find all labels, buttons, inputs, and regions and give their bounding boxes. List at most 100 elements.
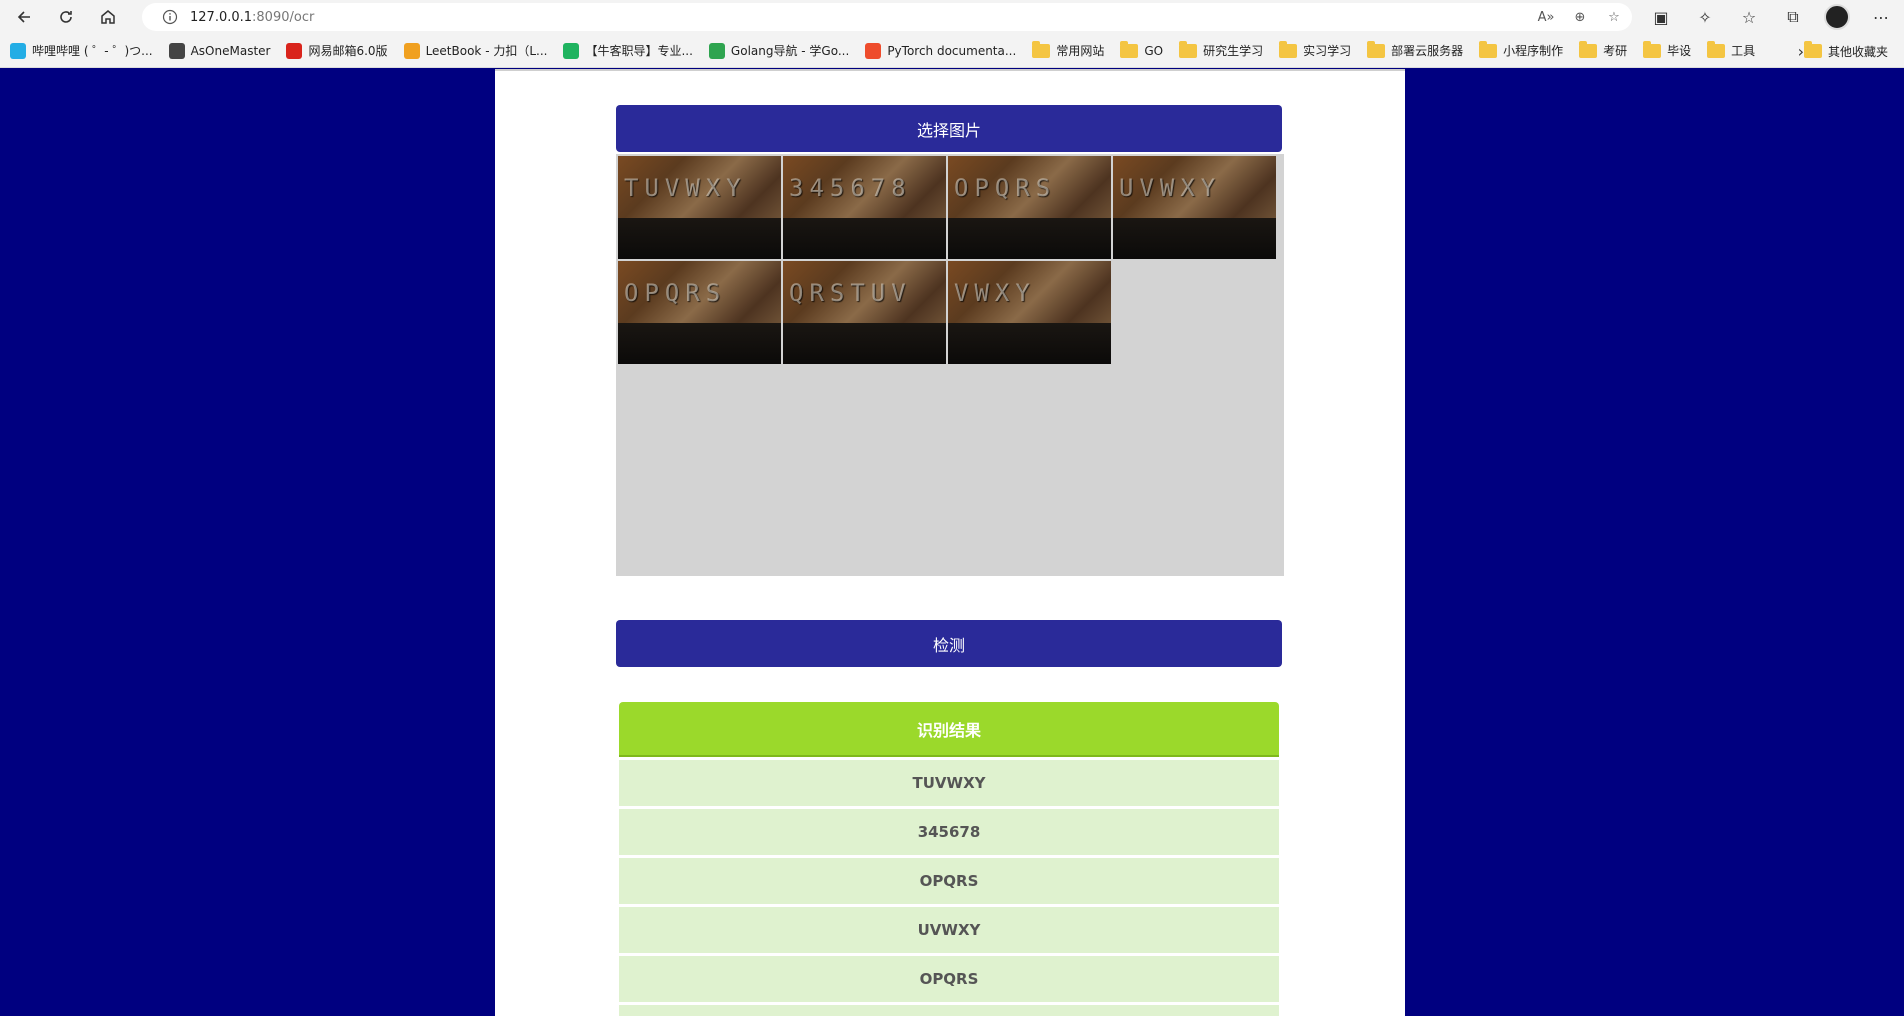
- engraved-characters: TUVWXY: [624, 174, 747, 202]
- url-host: 127.0.0.1: [190, 9, 253, 25]
- folder-icon: [1279, 40, 1298, 58]
- shadow-band: [948, 322, 1111, 364]
- profile-avatar[interactable]: [1824, 4, 1850, 30]
- thumbnail-image[interactable]: 345678: [783, 156, 946, 259]
- shadow-band: [618, 217, 781, 259]
- shadow-band: [783, 217, 946, 259]
- back-button[interactable]: [8, 1, 40, 33]
- browser-toolbar: 127.0.0.1:8090/ocr A» ⊕ ☆ ▣ ✧ ☆ ⧉ ⋯: [0, 0, 1904, 34]
- bookmark-item[interactable]: LeetBook - 力扣（L...: [403, 42, 548, 59]
- engraved-characters: OPQRS: [954, 174, 1057, 202]
- bookmark-label: 毕设: [1667, 44, 1692, 58]
- bookmark-label: 其他收藏夹: [1827, 44, 1888, 59]
- thumbnail-image[interactable]: TUVWXY: [618, 156, 781, 259]
- result-row: OPQRS: [619, 858, 1279, 904]
- other-favorites[interactable]: 其他收藏夹: [1803, 34, 1888, 68]
- folder-icon: [1479, 40, 1498, 58]
- bookmark-item[interactable]: 毕设: [1643, 40, 1692, 59]
- shadow-band: [948, 217, 1111, 259]
- thumbnail-image[interactable]: VWXY: [948, 261, 1111, 364]
- bookmark-item[interactable]: 哔哩哔哩 ( ゜- ゜)つ...: [10, 42, 153, 59]
- bookmark-item[interactable]: 工具: [1707, 40, 1756, 59]
- result-row: OPQRS: [619, 956, 1279, 1002]
- bookmark-label: 小程序制作: [1503, 44, 1564, 58]
- favorite-star-icon[interactable]: ☆: [1604, 7, 1624, 27]
- select-image-button[interactable]: 选择图片: [616, 105, 1282, 152]
- folder-icon: [1707, 40, 1726, 58]
- site-favicon-icon: [708, 42, 725, 59]
- folder-icon: [1579, 40, 1598, 58]
- site-favicon-icon: [286, 42, 303, 59]
- bookmark-item[interactable]: 实习学习: [1279, 40, 1352, 59]
- bookmark-item[interactable]: GO: [1120, 40, 1164, 58]
- bookmark-item[interactable]: PyTorch documenta...: [865, 42, 1017, 59]
- home-button[interactable]: [92, 1, 124, 33]
- bookmark-item[interactable]: 研究生学习: [1179, 40, 1264, 59]
- reload-icon: [60, 11, 72, 23]
- bookmark-item[interactable]: 部署云服务器: [1367, 40, 1464, 59]
- folder-icon: [1120, 40, 1139, 58]
- site-favicon-icon: [865, 42, 882, 59]
- collections-icon[interactable]: ⧉: [1780, 4, 1806, 30]
- shadow-band: [618, 322, 781, 364]
- results-table: 识别结果 TUVWXY 345678 OPQRS UVWXY OPQRS: [619, 702, 1279, 1016]
- home-icon: [101, 10, 115, 24]
- folder-icon: [1179, 40, 1198, 58]
- extension-icon[interactable]: ▣: [1648, 4, 1674, 30]
- page-background: 选择图片 TUVWXY 345678 OPQRS UVWXY OPQRS QRSTUV VW…: [0, 69, 1904, 1016]
- bookmark-item[interactable]: Golang导航 - 学Go...: [708, 42, 850, 59]
- read-aloud-icon[interactable]: A»: [1536, 7, 1556, 27]
- bookmarks-bar: 哔哩哔哩 ( ゜- ゜)つ... AsOneMaster 网易邮箱6.0版 LeetB…: [0, 34, 1904, 68]
- puzzle-extensions-icon[interactable]: ✧: [1692, 4, 1718, 30]
- bookmark-label: Golang导航 - 学Go...: [730, 44, 850, 58]
- bookmark-item[interactable]: AsOneMaster: [168, 42, 271, 59]
- engraved-characters: UVWXY: [1119, 174, 1222, 202]
- bookmark-item[interactable]: 【牛客职导】专业...: [563, 42, 693, 59]
- site-favicon-icon: [563, 42, 580, 59]
- site-favicon-icon: [168, 42, 185, 59]
- more-menu-icon[interactable]: ⋯: [1868, 4, 1894, 30]
- engraved-characters: 345678: [789, 174, 912, 202]
- result-row: UVWXY: [619, 907, 1279, 953]
- zoom-icon[interactable]: ⊕: [1570, 7, 1590, 27]
- thumbnail-image[interactable]: UVWXY: [1113, 156, 1276, 259]
- url-text[interactable]: 127.0.0.1:8090/ocr: [190, 10, 314, 25]
- result-row-partial: [619, 1005, 1279, 1016]
- result-row: 345678: [619, 809, 1279, 855]
- bookmark-label: 实习学习: [1303, 44, 1352, 58]
- address-bar[interactable]: 127.0.0.1:8090/ocr A» ⊕ ☆: [142, 3, 1632, 31]
- results-title: 识别结果: [619, 702, 1279, 757]
- bookmark-label: 部署云服务器: [1391, 44, 1464, 58]
- site-favicon-icon: [403, 42, 420, 59]
- reload-button[interactable]: [50, 1, 82, 33]
- bookmark-item[interactable]: 网易邮箱6.0版: [286, 42, 388, 59]
- bookmark-item[interactable]: 小程序制作: [1479, 40, 1564, 59]
- shadow-band: [783, 322, 946, 364]
- image-gallery: TUVWXY 345678 OPQRS UVWXY OPQRS QRSTUV VWXY: [616, 154, 1284, 576]
- result-row: TUVWXY: [619, 760, 1279, 806]
- thumbnail-image[interactable]: OPQRS: [618, 261, 781, 364]
- site-favicon-icon: [10, 42, 26, 59]
- thumbnail-image[interactable]: OPQRS: [948, 156, 1111, 259]
- folder-icon: [1803, 41, 1822, 58]
- bookmark-label: 常用网站: [1056, 44, 1105, 58]
- bookmark-label: LeetBook - 力扣（L...: [425, 44, 548, 58]
- bookmark-label: GO: [1144, 43, 1164, 58]
- shadow-band: [1113, 217, 1276, 259]
- bookmark-label: 研究生学习: [1203, 44, 1264, 58]
- bookmark-label: 工具: [1731, 44, 1756, 58]
- bookmark-label: 【牛客职导】专业...: [585, 44, 693, 58]
- detect-button[interactable]: 检测: [616, 620, 1282, 667]
- bookmark-label: PyTorch documenta...: [887, 43, 1017, 58]
- bookmark-item[interactable]: 考研: [1579, 40, 1628, 59]
- engraved-characters: VWXY: [954, 279, 1036, 307]
- bookmark-label: 哔哩哔哩 ( ゜- ゜)つ...: [32, 44, 153, 58]
- content-card: 选择图片 TUVWXY 345678 OPQRS UVWXY OPQRS QRSTUV VW…: [495, 69, 1405, 1016]
- site-info-icon[interactable]: [156, 9, 184, 25]
- bookmark-label: 网易邮箱6.0版: [308, 44, 388, 58]
- bookmark-label: 考研: [1603, 44, 1628, 58]
- bookmark-item[interactable]: 常用网站: [1032, 40, 1105, 59]
- bookmark-label: AsOneMaster: [190, 43, 271, 58]
- favorites-list-icon[interactable]: ☆: [1736, 4, 1762, 30]
- thumbnail-image[interactable]: QRSTUV: [783, 261, 946, 364]
